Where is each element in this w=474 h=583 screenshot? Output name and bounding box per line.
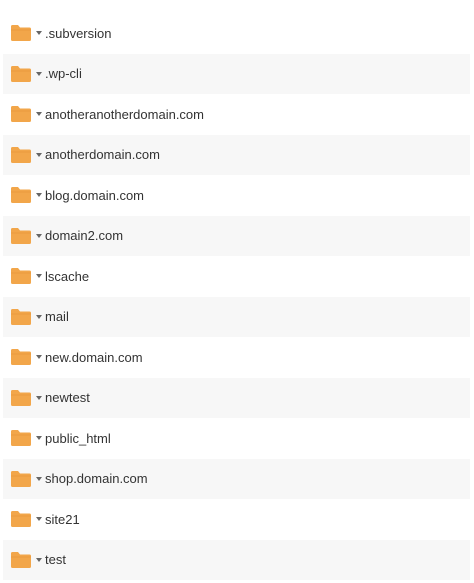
folder-icon (11, 146, 31, 163)
folder-icon (11, 349, 31, 366)
folder-row[interactable]: anotherdomain.com (3, 134, 470, 175)
dropdown-caret-icon[interactable] (36, 274, 42, 279)
folder-icon (11, 227, 31, 244)
dropdown-caret-icon[interactable] (36, 233, 42, 238)
folder-row[interactable]: anotheranotherdomain.com (3, 94, 470, 135)
folder-name[interactable]: domain2.com (45, 228, 123, 243)
dropdown-caret-icon[interactable] (36, 71, 42, 76)
folder-row[interactable]: public_html (3, 418, 470, 459)
dropdown-caret-icon[interactable] (36, 355, 42, 360)
dropdown-caret-icon[interactable] (36, 152, 42, 157)
folder-icon (11, 65, 31, 82)
folder-name[interactable]: new.domain.com (45, 350, 143, 365)
folder-icon (11, 25, 31, 42)
dropdown-caret-icon[interactable] (36, 314, 42, 319)
folder-name[interactable]: anotheranotherdomain.com (45, 107, 204, 122)
folder-icon (11, 430, 31, 447)
folder-row[interactable]: mail (3, 296, 470, 337)
folder-name[interactable]: shop.domain.com (45, 471, 148, 486)
folder-name[interactable]: blog.domain.com (45, 188, 144, 203)
folder-row[interactable]: .subversion (3, 13, 470, 54)
folder-icon (11, 308, 31, 325)
folder-icon (11, 268, 31, 285)
folder-name[interactable]: public_html (45, 431, 111, 446)
folder-icon (11, 106, 31, 123)
folder-row[interactable]: test (3, 539, 470, 580)
folder-row[interactable]: newtest (3, 377, 470, 418)
dropdown-caret-icon[interactable] (36, 193, 42, 198)
dropdown-caret-icon[interactable] (36, 476, 42, 481)
dropdown-caret-icon[interactable] (36, 395, 42, 400)
folder-name[interactable]: .subversion (45, 26, 111, 41)
folder-icon (11, 470, 31, 487)
dropdown-caret-icon[interactable] (36, 31, 42, 36)
dropdown-caret-icon[interactable] (36, 517, 42, 522)
dropdown-caret-icon[interactable] (36, 436, 42, 441)
folder-icon (11, 511, 31, 528)
folder-icon (11, 389, 31, 406)
folder-icon (11, 551, 31, 568)
folder-name[interactable]: newtest (45, 390, 90, 405)
folder-name[interactable]: mail (45, 309, 69, 324)
folder-name[interactable]: test (45, 552, 66, 567)
dropdown-caret-icon[interactable] (36, 557, 42, 562)
folder-name[interactable]: anotherdomain.com (45, 147, 160, 162)
folder-row[interactable]: lscache (3, 256, 470, 297)
folder-name[interactable]: .wp-cli (45, 66, 82, 81)
folder-row[interactable]: domain2.com (3, 215, 470, 256)
folder-icon (11, 187, 31, 204)
folder-name[interactable]: site21 (45, 512, 80, 527)
folder-name[interactable]: lscache (45, 269, 89, 284)
folder-row[interactable]: .wp-cli (3, 53, 470, 94)
folder-list: .subversion .wp-cli anotheranotherdomain… (3, 13, 470, 580)
folder-row[interactable]: new.domain.com (3, 337, 470, 378)
folder-row[interactable]: shop.domain.com (3, 458, 470, 499)
folder-row[interactable]: site21 (3, 499, 470, 540)
folder-row[interactable]: blog.domain.com (3, 175, 470, 216)
dropdown-caret-icon[interactable] (36, 112, 42, 117)
